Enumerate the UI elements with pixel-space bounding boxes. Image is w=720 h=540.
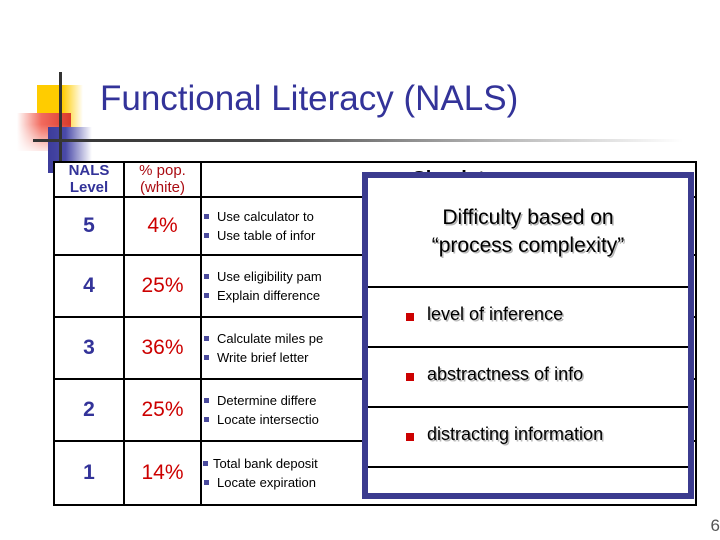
bullet-square-icon xyxy=(204,293,209,298)
column-header-percent-line1: % pop. xyxy=(139,162,186,179)
task-text: Calculate miles pe xyxy=(217,330,324,346)
slide-header: Functional Literacy (NALS) xyxy=(0,0,720,173)
callout-heading-line2: “process complexity” xyxy=(431,233,625,257)
bullet-square-icon xyxy=(203,460,208,466)
column-header-nals-level-line2: Level xyxy=(69,178,109,196)
task-text: Use calculator to xyxy=(217,208,314,224)
bullet-square-icon xyxy=(406,433,414,441)
callout-item-label: level of inference xyxy=(427,304,564,324)
page-title: Functional Literacy (NALS) xyxy=(100,79,519,118)
bullet-square-icon xyxy=(204,397,209,403)
cell-percent: 14% xyxy=(123,440,202,506)
bullet-square-icon xyxy=(204,355,209,360)
bullet-square-icon xyxy=(204,233,209,238)
column-header-nals-level-line1: NALS xyxy=(68,162,110,180)
column-header-nals-level: NALS Level xyxy=(53,161,125,198)
bullet-square-icon xyxy=(406,373,414,381)
cell-level: 2 xyxy=(53,378,125,442)
callout-list-item: distracting information xyxy=(406,424,603,445)
cell-percent: 4% xyxy=(123,196,202,256)
decorative-horizontal-rule xyxy=(33,139,683,142)
cell-level: 5 xyxy=(53,196,125,256)
cell-level: 4 xyxy=(53,254,125,318)
page-number: 6 xyxy=(710,516,720,535)
task-text: Total bank deposit xyxy=(213,455,318,471)
bullet-square-icon xyxy=(204,480,209,485)
callout-heading: Difficulty based on “process complexity” xyxy=(368,204,688,259)
cell-percent: 25% xyxy=(123,378,202,442)
task-text: Determine differe xyxy=(217,392,317,408)
task-text: Locate intersectio xyxy=(217,412,319,427)
task-text: Write brief letter xyxy=(217,350,309,365)
decorative-vertical-rule xyxy=(59,72,62,172)
callout-heading-line1: Difficulty based on xyxy=(442,206,614,229)
bullet-square-icon xyxy=(204,273,209,279)
callout-rule xyxy=(368,346,688,348)
bullet-square-icon xyxy=(204,213,209,219)
column-header-percent-line2: (white) xyxy=(139,178,185,196)
bullet-square-icon xyxy=(204,335,209,341)
cell-level: 1 xyxy=(53,440,125,506)
task-text: Use eligibility pam xyxy=(217,268,322,284)
difficulty-callout-box: Difficulty based on “process complexity”… xyxy=(362,172,694,499)
bullet-square-icon xyxy=(406,313,414,321)
callout-list-item: level of inference xyxy=(406,304,563,325)
callout-rule xyxy=(368,286,688,288)
cell-level: 3 xyxy=(53,316,125,380)
callout-list-item: abstractness of info xyxy=(406,364,583,385)
column-header-percent-population: % pop. (white) xyxy=(123,161,202,198)
callout-item-label: abstractness of info xyxy=(427,364,584,384)
task-text: Explain difference xyxy=(217,288,321,303)
cell-percent: 36% xyxy=(123,316,202,380)
task-text: Locate expiration xyxy=(217,475,317,490)
bullet-square-icon xyxy=(204,417,209,422)
callout-rule xyxy=(368,406,688,408)
callout-rule xyxy=(368,466,688,468)
task-text: Use table of infor xyxy=(217,228,316,243)
cell-percent: 25% xyxy=(123,254,202,318)
callout-item-label: distracting information xyxy=(427,424,604,444)
